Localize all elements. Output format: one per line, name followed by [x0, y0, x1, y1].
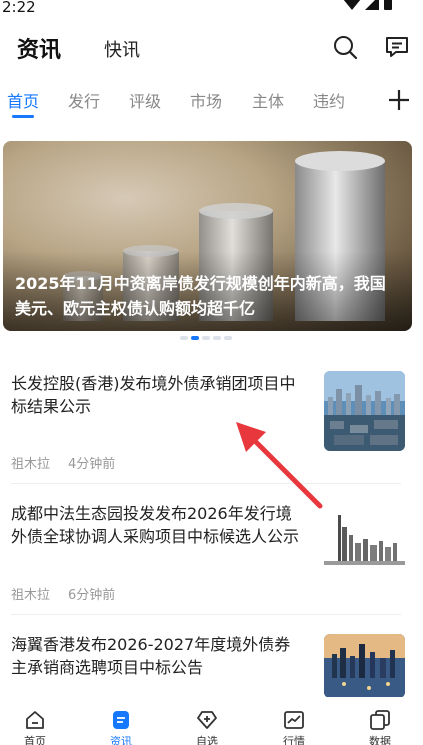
news-author: 祖木拉 — [11, 588, 51, 603]
banner-carousel[interactable]: 2025年11月中资离岸债发行规模创年内新高，我国美元、欧元主权债认购额均超千亿 — [3, 141, 412, 331]
annotation-arrow — [236, 422, 323, 509]
banner-title[interactable]: 2025年11月中资离岸债发行规模创年内新高，我国美元、欧元主权债认购额均超千亿 — [15, 271, 400, 321]
category-tabs: 首页 发行 评级 市场 主体 违约 — [0, 82, 423, 122]
top-header: 资讯 快讯 — [0, 22, 423, 70]
news-meta: 祖木拉 6分钟前 — [11, 584, 115, 603]
nav-watchlist-label: 自选 — [196, 735, 218, 745]
news-time: 6分钟前 — [68, 588, 116, 603]
signal-icon — [365, 0, 379, 10]
carousel-dot — [202, 336, 210, 340]
nav-data[interactable]: 数据 — [345, 697, 415, 745]
carousel-dot — [180, 336, 188, 340]
active-tab-indicator — [12, 115, 34, 118]
news-title[interactable]: 长发控股(香港)发布境外债承销团项目中标结果公示 — [11, 372, 306, 418]
news-icon — [113, 711, 129, 729]
wifi-icon — [343, 0, 361, 10]
add-tab-icon[interactable] — [387, 88, 411, 112]
news-meta: 祖木拉 4分钟前 — [11, 453, 115, 472]
tab-flash-news[interactable]: 快讯 — [104, 36, 140, 62]
tab-home[interactable]: 首页 — [7, 88, 39, 112]
carousel-dot — [224, 336, 232, 340]
nav-news[interactable]: 资讯 — [86, 697, 156, 745]
battery-icon — [384, 0, 392, 10]
status-icons — [343, 0, 393, 10]
tab-entity[interactable]: 主体 — [252, 88, 284, 112]
carousel-indicator — [180, 336, 232, 340]
nav-home[interactable]: 首页 — [0, 697, 70, 745]
nav-news-label: 资讯 — [110, 735, 132, 745]
news-thumbnail[interactable] — [324, 634, 405, 698]
nav-home-label: 首页 — [24, 735, 46, 745]
tab-rating[interactable]: 评级 — [129, 88, 161, 112]
home-icon — [26, 711, 44, 729]
divider — [11, 614, 401, 615]
status-bar: 2:22 — [0, 0, 423, 18]
tab-news[interactable]: 资讯 — [17, 32, 61, 64]
message-icon[interactable] — [384, 34, 410, 60]
tab-market[interactable]: 市场 — [190, 88, 222, 112]
news-thumbnail[interactable] — [324, 371, 405, 451]
bottom-navigation: 首页 资讯 自选 行情 数据 — [0, 697, 423, 745]
news-thumbnail[interactable] — [324, 505, 405, 585]
status-time: 2:22 — [2, 0, 36, 16]
tab-default[interactable]: 违约 — [313, 88, 345, 112]
news-time: 4分钟前 — [68, 457, 116, 472]
divider — [11, 483, 401, 484]
search-icon[interactable] — [332, 34, 358, 60]
news-author: 祖木拉 — [11, 457, 51, 472]
nav-market-label: 行情 — [283, 735, 305, 745]
market-chart-icon — [284, 711, 304, 729]
news-title[interactable]: 海翼香港发布2026-2027年度境外债券主承销商选聘项目中标公告 — [11, 633, 306, 679]
watchlist-icon — [197, 711, 217, 729]
nav-data-label: 数据 — [369, 735, 391, 745]
data-icon — [370, 710, 390, 730]
nav-market[interactable]: 行情 — [259, 697, 329, 745]
tab-issuance[interactable]: 发行 — [68, 88, 100, 112]
carousel-dot — [213, 336, 221, 340]
nav-watchlist[interactable]: 自选 — [172, 697, 242, 745]
carousel-dot-active — [191, 336, 199, 340]
